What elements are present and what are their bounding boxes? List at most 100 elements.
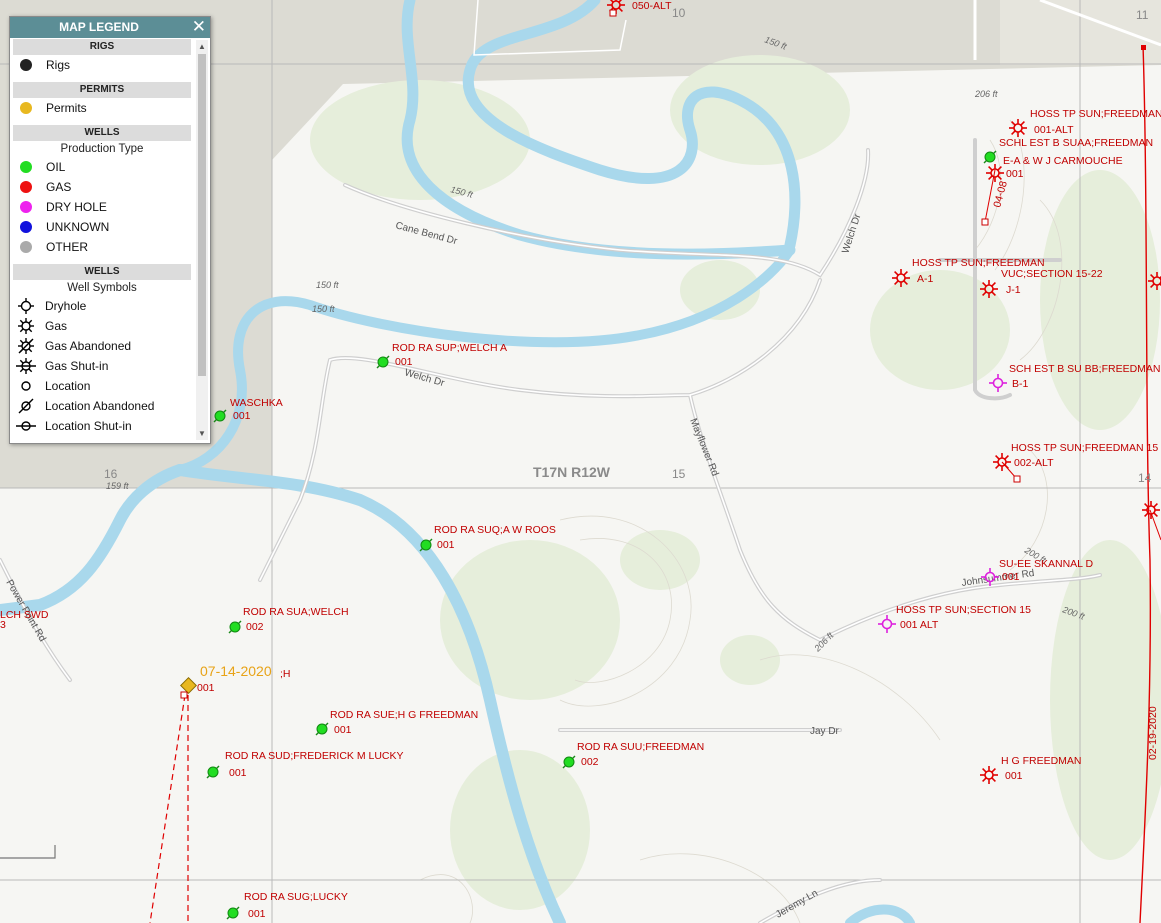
pipeline-nodes [1141,45,1146,50]
legend-scrollbar[interactable]: ▲ ▼ [196,40,208,440]
well-number-label: 050-ALT [632,0,672,12]
legend-section-header: WELLS [13,125,191,141]
legend-item-other: OTHER [10,237,194,257]
legend-section-header: WELLS [13,264,191,280]
well-name-label: ROD RA SUQ;A W ROOS [434,524,556,536]
legend-item-label: GAS [46,180,72,194]
section-number: 14 [1138,471,1152,485]
legend-header: MAP LEGEND ✕ [10,17,210,38]
legend-item-oil: OIL [10,157,194,177]
well-name-label: E-A & W J CARMOUCHE [1003,155,1123,167]
location-shut-in-icon [16,421,36,431]
legend-swatch [20,241,32,253]
legend-item-label: OIL [46,160,66,174]
bottom-hole-marker [981,218,989,226]
elevation-label: 206 ft [974,89,998,99]
permit-date-label: 07-14-2020 [200,663,272,679]
legend-item-gas: GAS [10,177,194,197]
legend-section-header: RIGS [13,39,191,55]
well-name-label: H G FREEDMAN [1001,755,1082,767]
scroll-down-icon[interactable]: ▼ [198,429,206,438]
section-number: 11 [1136,8,1149,22]
legend-item-location: Location [10,376,194,396]
well-name-label: ROD RA SUP;WELCH A [392,342,507,354]
well-name-label: SCHL EST B SUAA;FREEDMAN [999,137,1153,149]
legend-item-unknown: UNKNOWN [10,217,194,237]
township-label: T17N R12W [533,464,611,480]
well-name-label: VUC;SECTION 15-22 [1001,268,1103,280]
scrollbar-thumb[interactable] [198,54,206,376]
legend-swatch [20,59,32,71]
bottom-hole-marker [609,9,617,17]
gas-shut-in-icon [16,358,36,374]
well-number-label: 001 [334,724,352,736]
well-name-label: ROD RA SUE;H G FREEDMAN [330,709,478,721]
gas-icon [18,318,34,334]
legend-item-label: Location Abandoned [45,399,155,413]
legend-item-label: OTHER [46,240,88,254]
well-name-label: HOSS TP SUN;SECTION 15 [896,604,1031,616]
well-number-label: 002-ALT [1014,457,1054,469]
legend-swatch [20,102,32,114]
legend-item-label: Gas Abandoned [45,339,132,353]
well-name-label: WASCHKA [230,397,283,409]
close-icon[interactable]: ✕ [192,18,206,36]
legend-item-label: Dryhole [45,299,87,313]
legend-subheader: Production Type [60,143,144,155]
well-number-label: 001 [1002,571,1020,583]
well-name-label: HOSS TP SUN;FREEDMAN 15 [1011,442,1158,454]
section-number: 16 [104,467,118,481]
legend-item-location-shut-in: Location Shut-in [10,416,194,436]
section-number: 10 [672,6,686,20]
legend-item-dryhole: Dryhole [10,296,194,316]
section-number: 15 [672,467,686,481]
well-number-label: 001 [229,767,247,779]
well-number-label: 001 ALT [900,619,939,631]
well-name-label: ROD RA SUG;LUCKY [244,891,348,903]
legend-item-label: Rigs [46,58,71,72]
legend-item-gas-shut-in: Gas Shut-in [10,356,194,376]
well-number-label: J-1 [1006,284,1021,296]
well-number-label: 001 [233,410,251,422]
well-number-label: A-1 [917,273,934,285]
pipeline-date-label: 02-19-2020 [1147,706,1159,760]
legend-item-gas-symbol: Gas [10,316,194,336]
legend-swatch [20,221,32,233]
bottom-hole-marker [1013,475,1021,483]
legend-item-label: UNKNOWN [46,220,110,234]
legend-item-label: Permits [46,101,87,115]
legend-section-header: PERMITS [13,82,191,98]
legend-item-label: Gas Shut-in [45,359,109,373]
well-number-label: 3 [0,619,6,631]
well-name-label: ROD RA SUA;WELCH [243,606,349,618]
road-label: Jay Dr [810,726,840,737]
elevation-label: 159 ft [106,481,129,491]
legend-swatch [20,201,32,213]
well-number-label: 002 [581,756,599,768]
well-number-label: 001 [248,908,266,920]
well-name-label: SU-EE SKANNAL D [999,558,1094,570]
permit-suffix-label: ;H [280,668,291,680]
map-legend-panel[interactable]: MAP LEGEND ✕ RIGS Rigs PERMITS Permits W… [9,16,211,444]
well-name-label: ROD RA SUU;FREEDMAN [577,741,704,753]
legend-item-label: Location [45,379,91,393]
well-number-label: 001 [1006,168,1024,180]
legend-item-label: Location Shut-in [45,419,132,433]
legend-title: MAP LEGEND [59,20,139,34]
gas-abandoned-icon [18,338,34,354]
well-number-label: 001 [1005,770,1023,782]
elevation-label: 150 ft [316,280,339,290]
legend-item-gas-abandoned: Gas Abandoned [10,336,194,356]
legend-item-permits: Permits [10,98,194,118]
legend-item-dry-hole: DRY HOLE [10,197,194,217]
well-number-label: 001-ALT [1034,124,1074,136]
well-number-label: 002 [246,621,264,633]
elevation-label: 150 ft [312,304,335,314]
well-name-label: ROD RA SUD;FREDERICK M LUCKY [225,750,404,762]
location-abandoned-icon [18,398,34,414]
legend-body: RIGS Rigs PERMITS Permits WELLS Producti… [10,38,194,441]
well-number-label: 001 [437,539,455,551]
legend-item-label: Gas [45,319,68,333]
scroll-up-icon[interactable]: ▲ [198,42,206,51]
well-number-label: 001 [395,356,413,368]
